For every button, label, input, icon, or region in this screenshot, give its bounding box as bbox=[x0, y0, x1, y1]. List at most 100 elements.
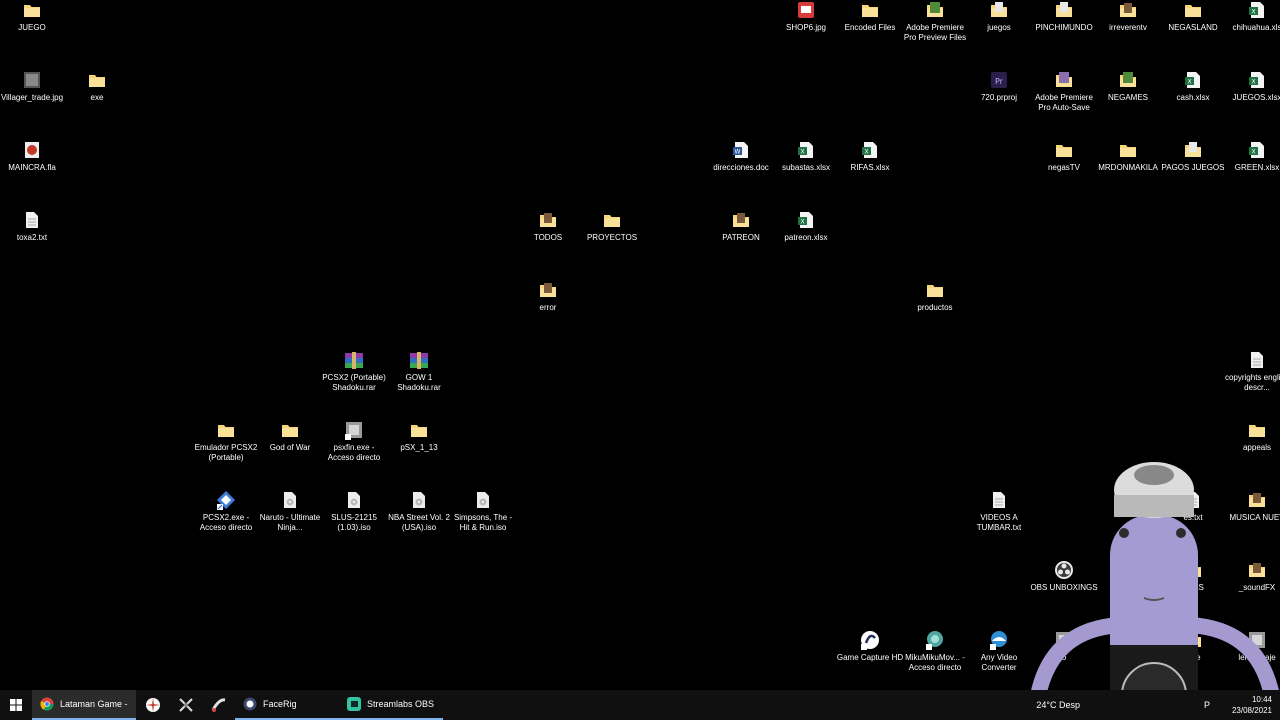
shortcut-app-icon bbox=[1053, 630, 1075, 650]
desktop-icon-proyectos[interactable]: PROYECTOS bbox=[578, 210, 646, 243]
start-button[interactable] bbox=[0, 690, 32, 720]
desktop-icon-apr-preview[interactable]: Adobe Premiere Pro Preview Files bbox=[901, 0, 969, 43]
desktop-icon-green[interactable]: X GREEN.xlsx bbox=[1223, 140, 1280, 173]
desktop-icon-hidden-app[interactable]: o bbox=[1030, 630, 1098, 663]
clock-time: 10:44 bbox=[1251, 695, 1272, 704]
folder-icon bbox=[215, 420, 237, 440]
clock-date: 23/08/2021 bbox=[1231, 706, 1272, 715]
taskbar-app-app4[interactable] bbox=[202, 690, 235, 720]
desktop-icon-rifas[interactable]: X RIFAS.xlsx bbox=[836, 140, 904, 173]
desktop-icon-label: NBA Street Vol. 2 (USA).iso bbox=[388, 513, 450, 532]
desktop-icon-shop6[interactable]: SHOP6.jpg bbox=[772, 0, 840, 33]
desktop-icon-productos[interactable]: productos bbox=[901, 280, 969, 313]
desktop-icon-ades[interactable]: ADES bbox=[1159, 560, 1227, 593]
desktop-icon-maincra[interactable]: MAINCRA.fla bbox=[0, 140, 66, 173]
desktop-icon-label: MRDONMAKILA bbox=[1098, 163, 1158, 172]
excel-icon: X bbox=[795, 140, 817, 160]
taskbar-clock[interactable]: 10:44 23/08/2021 bbox=[1232, 694, 1272, 716]
folder-green-icon bbox=[1117, 70, 1139, 90]
desktop-icon-patreon[interactable]: PATREON bbox=[707, 210, 775, 243]
desktop-icon-god-of-war[interactable]: God of War bbox=[256, 420, 324, 453]
desktop-icon-label: GREEN.xlsx bbox=[1234, 163, 1280, 172]
desktop-icon-psxfin[interactable]: psxfin.exe - Acceso directo bbox=[320, 420, 388, 463]
desktop-icon-mrdonmakila[interactable]: MRDONMAKILA bbox=[1094, 140, 1162, 173]
tray-language-indicator[interactable]: P bbox=[1204, 700, 1210, 710]
svg-text:W: W bbox=[735, 149, 741, 156]
desktop-icon-game-capture[interactable]: Game Capture HD bbox=[836, 630, 904, 663]
desktop-icon-nba[interactable]: NBA Street Vol. 2 (USA).iso bbox=[385, 490, 453, 533]
weather-widget[interactable]: 24°C Desp bbox=[1036, 700, 1080, 710]
desktop-icon-txt-hidden[interactable]: es.txt bbox=[1159, 490, 1227, 523]
desktop-icon-pcsx2-rar[interactable]: PCSX2 (Portable) Shadoku.rar bbox=[320, 350, 388, 393]
taskbar-app-streamlabs[interactable]: Streamlabs OBS bbox=[339, 690, 443, 720]
desktop-icon-appeals[interactable]: appeals bbox=[1223, 420, 1280, 453]
desktop-icon-label: JUEGO bbox=[18, 23, 46, 32]
desktop-icon-exe-right[interactable]: .exe bbox=[1159, 630, 1227, 663]
svg-text:X: X bbox=[800, 149, 804, 156]
taskbar-app-chrome[interactable]: Lataman Game - G... bbox=[32, 690, 136, 720]
desktop-icon-label: PAGOS JUEGOS bbox=[1161, 163, 1225, 172]
desktop-icon-exe-folder[interactable]: exe bbox=[63, 70, 131, 103]
desktop-icon-label: .exe bbox=[1185, 653, 1201, 662]
desktop-icon-direcciones[interactable]: Wdirecciones.doc bbox=[707, 140, 775, 173]
image-icon bbox=[21, 70, 43, 90]
desktop-icon-patreon-xlsx[interactable]: Xpatreon.xlsx bbox=[772, 210, 840, 243]
taskbar-app-app2[interactable] bbox=[136, 690, 169, 720]
desktop-icon-psx113[interactable]: pSX_1_13 bbox=[385, 420, 453, 453]
desktop-icon-label: lera de aje bbox=[1238, 653, 1276, 662]
desktop-icon-label: PATREON bbox=[722, 233, 760, 242]
desktop-icon-label: negasTV bbox=[1047, 163, 1081, 172]
desktop-icon-pinchimundo[interactable]: PINCHIMUNDO bbox=[1030, 0, 1098, 33]
desktop-icon-cash[interactable]: Xcash.xlsx bbox=[1159, 70, 1227, 103]
taskbar-app-facerig[interactable]: FaceRig bbox=[235, 690, 339, 720]
desktop-icon-copyrights[interactable]: copyrights english descr... bbox=[1223, 350, 1280, 393]
desktop-icon-error[interactable]: error bbox=[514, 280, 582, 313]
desktop-icon-pcsx2-exe[interactable]: PCSX2.exe - Acceso directo bbox=[192, 490, 260, 533]
desktop-icon-soundfx[interactable]: _soundFX bbox=[1223, 560, 1280, 593]
desktop-icon-villager[interactable]: Villager_trade.jpg bbox=[0, 70, 66, 103]
desktop-icon-mikumiku[interactable]: MikuMikuMov... - Acceso directo bbox=[901, 630, 969, 673]
folder-img-icon bbox=[537, 210, 559, 230]
desktop-icon-todos[interactable]: TODOS bbox=[514, 210, 582, 243]
desktop-icon-label: es.txt bbox=[1183, 513, 1203, 522]
desktop-icon-simpsons[interactable]: Simpsons, The - Hit & Run.iso bbox=[449, 490, 517, 533]
desktop-icon-any-video[interactable]: Any Video Converter bbox=[965, 630, 1033, 673]
desktop-icon-irreverentv[interactable]: irreverentv bbox=[1094, 0, 1162, 33]
desktop-icon-negames[interactable]: NEGAMES bbox=[1094, 70, 1162, 103]
desktop-icon-negastv[interactable]: negasTV bbox=[1030, 140, 1098, 173]
desktop-icon-juegos-xlsx[interactable]: X JUEGOS.xlsx bbox=[1223, 70, 1280, 103]
desktop-icon-label: _soundFX bbox=[1238, 583, 1276, 592]
desktop-icon-label: PCSX2 (Portable) Shadoku.rar bbox=[322, 373, 386, 392]
svg-text:X: X bbox=[1251, 79, 1255, 86]
desktop-icon-proj720[interactable]: Pr 720.prproj bbox=[965, 70, 1033, 103]
tools-icon bbox=[178, 697, 194, 713]
folder-doc-icon bbox=[1182, 140, 1204, 160]
desktop-icon-videos-tumbar[interactable]: VIDEOS A TUMBAR.txt bbox=[965, 490, 1033, 533]
desktop-icon-pagos[interactable]: PAGOS JUEGOS bbox=[1159, 140, 1227, 173]
svg-text:X: X bbox=[800, 219, 804, 226]
desktop-icon-juego[interactable]: JUEGO bbox=[0, 0, 66, 33]
desktop-icon-encoded[interactable]: Encoded Files bbox=[836, 0, 904, 33]
folder-icon bbox=[1182, 630, 1204, 650]
desktop-icon-naruto[interactable]: Naruto - Ultimate Ninja... bbox=[256, 490, 324, 533]
desktop-icon-gow1-rar[interactable]: GOW 1 Shadoku.rar bbox=[385, 350, 453, 393]
desktop-icon-chihuahua[interactable]: Xchihuahua.xls bbox=[1223, 0, 1280, 33]
desktop-icon-musica[interactable]: MUSICA NUEV bbox=[1223, 490, 1280, 523]
desktop-icon-apr-autosave[interactable]: Adobe Premiere Pro Auto-Save bbox=[1030, 70, 1098, 113]
desktop-icon-label: irreverentv bbox=[1109, 23, 1147, 32]
taskbar-app-app3[interactable] bbox=[169, 690, 202, 720]
desktop-icon-subastas[interactable]: Xsubastas.xlsx bbox=[772, 140, 840, 173]
desktop-icon-juegos[interactable]: juegos bbox=[965, 0, 1033, 33]
word-icon: W bbox=[730, 140, 752, 160]
desktop[interactable]: JUEGO Villager_trade.jpg exe MAINCRA.fla to… bbox=[0, 0, 1280, 690]
folder-green-icon bbox=[924, 0, 946, 20]
desktop-icon-emulador-pcsx2[interactable]: Emulador PCSX2 (Portable) bbox=[192, 420, 260, 463]
text-icon bbox=[988, 490, 1010, 510]
desktop-icon-slus[interactable]: SLUS-21215 (1.03).iso bbox=[320, 490, 388, 533]
desktop-icon-toxa2[interactable]: toxa2.txt bbox=[0, 210, 66, 243]
desktop-icon-negasland[interactable]: NEGASLAND bbox=[1159, 0, 1227, 33]
desktop-icon-label: toxa2.txt bbox=[16, 233, 48, 242]
desktop-icon-label: Emulador PCSX2 (Portable) bbox=[194, 443, 258, 462]
desktop-icon-carpeta-viaje[interactable]: lera de aje bbox=[1223, 630, 1280, 663]
desktop-icon-obs-unboxings[interactable]: OBS UNBOXINGS bbox=[1030, 560, 1098, 593]
